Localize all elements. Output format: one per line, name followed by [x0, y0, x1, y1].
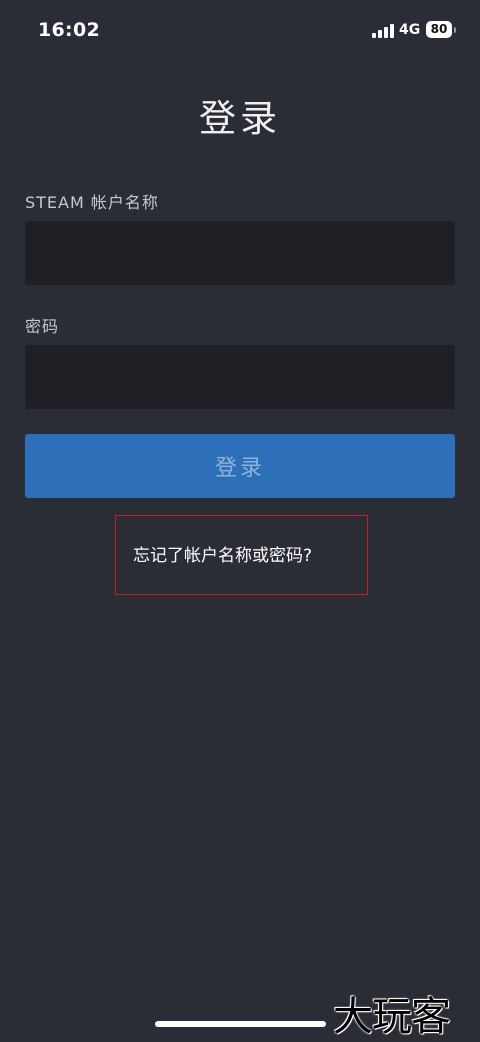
page-title: 登录 [199, 97, 281, 140]
battery-icon: 80 [426, 21, 452, 38]
network-type: 4G [399, 22, 421, 38]
login-button[interactable]: 登录 [25, 434, 455, 498]
battery-tip [454, 27, 456, 33]
password-label: 密码 [25, 317, 60, 336]
username-input[interactable] [25, 221, 455, 285]
username-label: STEAM 帐户名称 [25, 193, 159, 212]
forgot-credentials-link[interactable]: 忘记了帐户名称或密码? [133, 541, 312, 566]
home-indicator[interactable] [155, 1021, 326, 1027]
status-time: 16:02 [38, 19, 100, 41]
watermark-logo: 大玩客 [333, 994, 451, 1040]
status-bar: 16:02 4G 80 [0, 0, 480, 60]
password-input[interactable] [25, 345, 455, 409]
signal-icon [372, 24, 394, 38]
